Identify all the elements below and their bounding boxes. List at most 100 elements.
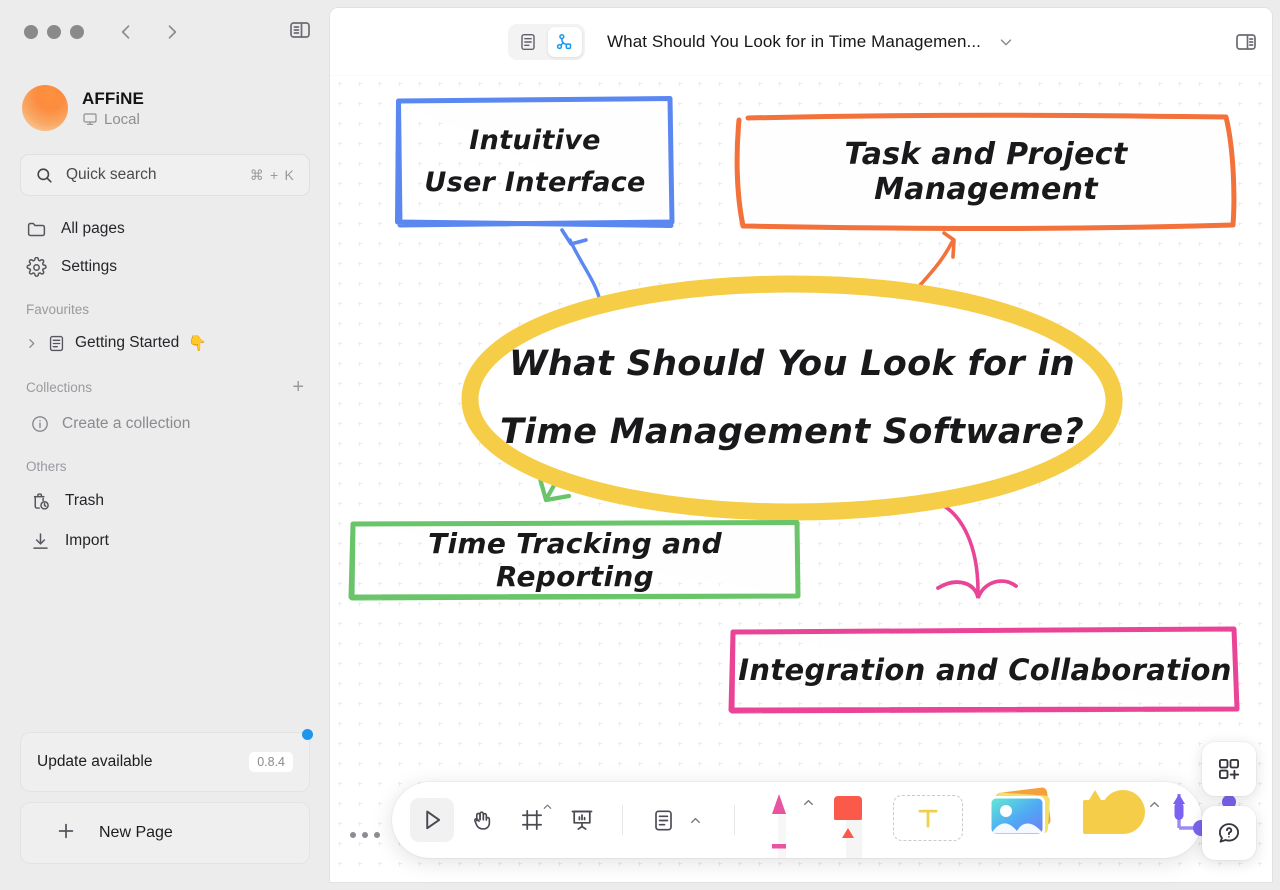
sidebar-item-label: Create a collection [62, 415, 191, 432]
tab-edgeless-mode[interactable] [548, 26, 582, 57]
workspace-sync-status: Local [82, 111, 144, 128]
question-bubble-icon [1218, 823, 1240, 843]
pan-tool[interactable] [460, 798, 504, 842]
sidebar-item-label: Getting Started [75, 334, 180, 351]
search-input[interactable]: Quick search ⌘ + K [20, 154, 310, 196]
toolbar-media-tools [747, 782, 1251, 858]
tab-page-mode[interactable] [511, 27, 545, 57]
minimize-button[interactable] [47, 25, 61, 39]
shape-tool[interactable] [1067, 782, 1159, 858]
pointing-down-emoji: 👇 [188, 335, 207, 352]
dot [362, 832, 368, 838]
app-window: AFFiNE Local Quick search ⌘ + K All page… [0, 0, 1280, 890]
shape-line: Intuitive [469, 125, 601, 157]
new-page-label: New Page [99, 824, 173, 841]
window-title-bar [0, 0, 330, 64]
close-button[interactable] [24, 25, 38, 39]
section-header-collections: Collections + [0, 361, 330, 403]
shape-task-and-project-management[interactable]: Task and Project Management [730, 112, 1242, 232]
shape-line: User Interface [424, 167, 646, 198]
shapes-icon [1083, 790, 1145, 834]
note-tool-chevron-up-icon[interactable] [689, 814, 702, 827]
shape-central-question[interactable]: What Should You Look for in Time Managem… [458, 274, 1126, 522]
chevron-right-icon[interactable] [24, 337, 38, 350]
forward-button[interactable] [162, 22, 182, 42]
toolbar-divider [734, 805, 735, 835]
section-title: Favourites [26, 302, 90, 317]
right-sidebar-toggle-icon[interactable] [1234, 30, 1258, 54]
shape-label: Integration and Collaboration [728, 626, 1242, 714]
info-icon [30, 414, 50, 434]
template-button[interactable] [1202, 742, 1256, 796]
sidebar-item-create-collection[interactable]: Create a collection [20, 405, 310, 443]
sidebar-toggle-icon[interactable] [288, 18, 312, 47]
present-tool[interactable] [560, 798, 604, 842]
primary-nav: All pages Settings [0, 196, 330, 286]
chevron-up-icon[interactable] [542, 801, 553, 815]
page-icon [47, 334, 66, 353]
edgeless-toolbar [392, 782, 1236, 858]
trash-icon [30, 491, 51, 512]
chevron-down-icon[interactable] [997, 33, 1015, 51]
image-tool[interactable] [979, 782, 1059, 858]
note-icon [654, 810, 672, 831]
note-tool[interactable] [641, 798, 685, 842]
add-collection-button[interactable]: + [292, 377, 304, 397]
folder-icon [26, 219, 47, 240]
sidebar-item-import[interactable]: Import [20, 522, 310, 560]
shape-line: Task and Project Management [844, 137, 1128, 207]
editor-header: What Should You Look for in Time Managem… [330, 8, 1272, 76]
pen-tool[interactable] [753, 782, 813, 858]
plus-icon [55, 820, 77, 847]
pen-icon [772, 794, 786, 858]
import-icon [30, 531, 51, 552]
maximize-button[interactable] [70, 25, 84, 39]
eraser-tool[interactable] [823, 782, 873, 858]
sidebar-item-getting-started[interactable]: Getting Started 👇 [20, 325, 310, 361]
editor-mode-switch [508, 23, 585, 60]
shape-label: Intuitive User Interface [394, 94, 676, 230]
shape-label: What Should You Look for in Time Managem… [458, 274, 1126, 522]
sidebar-item-label: All pages [61, 220, 125, 237]
chevron-up-icon[interactable] [1148, 798, 1161, 816]
toolbar-basic-tools [392, 798, 747, 842]
sidebar-item-label: Import [65, 532, 109, 549]
workspace-sync-label: Local [104, 110, 140, 128]
help-button[interactable] [1202, 806, 1256, 860]
shape-line: Time Tracking and Reporting [428, 527, 722, 593]
dot [350, 832, 356, 838]
gear-icon [26, 256, 47, 278]
eraser-icon [834, 796, 862, 858]
shape-time-tracking-and-reporting[interactable]: Time Tracking and Reporting [348, 519, 802, 601]
version-badge: 0.8.4 [249, 752, 293, 772]
chevron-up-icon[interactable] [802, 796, 815, 814]
presentation-icon [571, 810, 593, 830]
shape-intuitive-user-interface[interactable]: Intuitive User Interface [394, 94, 676, 230]
workspace-meta: AFFiNE Local [82, 89, 144, 128]
sidebar-item-trash[interactable]: Trash [20, 482, 310, 520]
shape-line: Time Management Software? [499, 412, 1085, 452]
text-tool[interactable] [893, 795, 963, 841]
search-icon [37, 167, 52, 183]
select-tool[interactable] [410, 798, 454, 842]
frame-tool[interactable] [510, 798, 554, 842]
sidebar-item-all-pages[interactable]: All pages [20, 210, 310, 248]
workspace-selector[interactable]: AFFiNE Local [0, 64, 330, 142]
back-button[interactable] [116, 22, 136, 42]
update-available-card[interactable]: Update available 0.8.4 [20, 729, 313, 792]
section-title: Collections [26, 379, 93, 395]
section-title: Others [26, 459, 67, 474]
shape-integration-and-collaboration[interactable]: Integration and Collaboration [728, 626, 1242, 714]
grid-plus-icon [1218, 758, 1240, 780]
toolbar-more-options[interactable] [350, 832, 380, 838]
update-badge-dot [302, 729, 313, 740]
text-t-icon [918, 809, 938, 828]
edgeless-canvas[interactable]: Intuitive User Interface Task and Projec… [330, 76, 1272, 882]
shape-line: What Should You Look for in [509, 343, 1075, 384]
page-title[interactable]: What Should You Look for in Time Managem… [607, 32, 981, 52]
update-label: Update available [37, 753, 153, 770]
new-page-button[interactable]: New Page [20, 802, 310, 864]
monitor-icon [83, 113, 97, 125]
sidebar-item-settings[interactable]: Settings [20, 248, 310, 286]
